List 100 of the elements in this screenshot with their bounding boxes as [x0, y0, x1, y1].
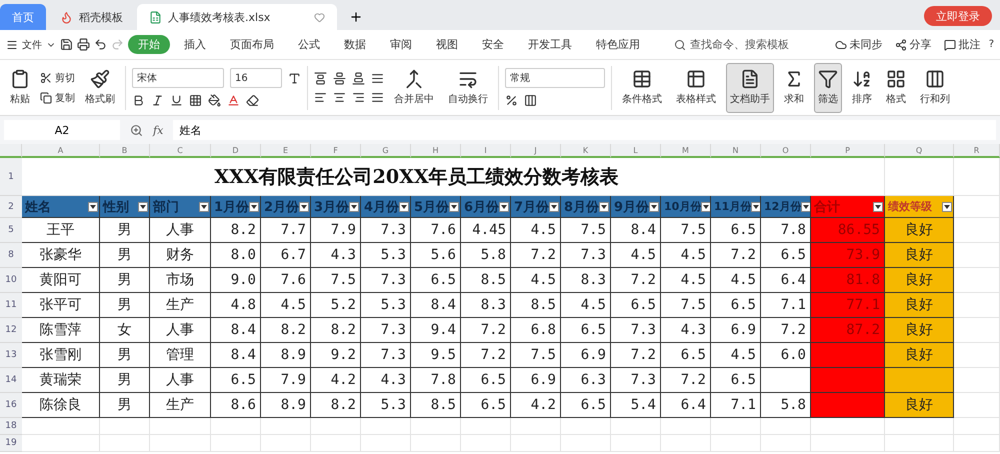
login-button[interactable]: 立即登录 [924, 6, 992, 26]
filter-dropdown-button[interactable] [299, 202, 310, 212]
toolbar-action[interactable]: 分享 [890, 37, 936, 52]
ribbon-tab[interactable]: 开发工具 [518, 35, 582, 54]
font-select[interactable]: 宋体 [132, 68, 224, 88]
row-header[interactable]: 16 [0, 393, 22, 418]
toolbar-action[interactable]: 未同步 [830, 37, 887, 52]
format-painter-button[interactable]: 格式刷 [81, 62, 119, 112]
column-header[interactable]: N [711, 144, 761, 158]
filter-dropdown-button[interactable] [349, 202, 360, 212]
ribbon-button[interactable]: 格式 [882, 62, 910, 112]
column-header[interactable]: Q [885, 144, 954, 158]
ribbon-tab[interactable]: 页面布局 [220, 35, 284, 54]
percent-icon[interactable] [505, 94, 518, 107]
undo-icon[interactable] [94, 38, 107, 51]
filter-dropdown-button[interactable] [549, 202, 560, 212]
align-left-icon[interactable] [314, 90, 327, 104]
filter-dropdown-button[interactable] [873, 202, 883, 212]
row-header[interactable]: 1 [0, 158, 22, 196]
row-header[interactable]: 18 [0, 418, 22, 435]
ribbon-button[interactable]: 求和 [780, 62, 808, 112]
column-header[interactable]: R [954, 144, 1000, 158]
formula-field[interactable]: 姓名 [173, 120, 996, 140]
ribbon-tab[interactable]: 视图 [426, 35, 468, 54]
ribbon-button[interactable]: 行和列 [916, 62, 954, 112]
column-header[interactable]: D [211, 144, 261, 158]
paste-button[interactable]: 粘贴 [6, 62, 34, 112]
zoom-icon[interactable] [130, 124, 143, 136]
row-header[interactable]: 11 [0, 293, 22, 318]
underline-icon[interactable] [170, 94, 183, 107]
print-icon[interactable] [77, 38, 90, 51]
align-top-icon[interactable] [314, 72, 327, 84]
row-header[interactable]: 8 [0, 243, 22, 268]
name-box[interactable]: A2 [4, 120, 120, 140]
ribbon-button[interactable]: 文档助手 [726, 62, 774, 112]
ribbon-tab[interactable]: 特色应用 [586, 35, 650, 54]
toolbar-action[interactable]: 批注 [940, 37, 985, 52]
filter-dropdown-button[interactable] [138, 202, 148, 212]
column-header[interactable]: B [100, 144, 150, 158]
column-header[interactable]: H [411, 144, 461, 158]
save-icon[interactable] [60, 38, 73, 51]
row-header[interactable]: 12 [0, 318, 22, 343]
filter-dropdown-button[interactable] [701, 202, 710, 212]
column-header[interactable]: O [761, 144, 811, 158]
help-button[interactable]: ? [988, 39, 994, 50]
ribbon-tab[interactable]: 安全 [472, 35, 514, 54]
column-header[interactable]: K [561, 144, 611, 158]
filter-dropdown-button[interactable] [751, 202, 760, 212]
bold-icon[interactable] [132, 94, 145, 107]
column-header[interactable]: J [511, 144, 561, 158]
document-tab[interactable]: 人事绩效考核表.xlsx [137, 4, 337, 30]
ribbon-button[interactable]: 表格样式 [672, 62, 720, 112]
row-header[interactable]: 5 [0, 218, 22, 243]
column-header[interactable]: E [261, 144, 311, 158]
number-format-select[interactable]: 常规 [505, 68, 605, 88]
border-icon[interactable] [189, 94, 202, 107]
new-tab-icon[interactable] [349, 10, 363, 24]
filter-dropdown-button[interactable] [399, 202, 410, 212]
row-header[interactable]: 19 [0, 435, 22, 452]
align-right-icon[interactable] [352, 90, 365, 104]
filter-dropdown-button[interactable] [199, 202, 209, 212]
ribbon-button[interactable]: 排序 [848, 62, 876, 112]
merge-button[interactable]: 合并居中 [390, 62, 438, 112]
filter-dropdown-button[interactable] [449, 202, 460, 212]
column-header[interactable]: A [22, 144, 100, 158]
column-header[interactable]: G [361, 144, 411, 158]
menu-icon[interactable] [6, 38, 18, 50]
search-field[interactable]: 查找命令、搜索模板 [664, 37, 799, 52]
align-middle-icon[interactable] [333, 72, 346, 84]
thousands-icon[interactable] [524, 94, 537, 107]
row-header[interactable]: 2 [0, 196, 22, 218]
eraser-icon[interactable] [246, 94, 259, 107]
row-header[interactable]: 13 [0, 343, 22, 368]
ribbon-button[interactable]: 筛选 [814, 62, 842, 112]
ribbon-tab[interactable]: 数据 [334, 35, 376, 54]
align-bottom-icon[interactable] [352, 72, 365, 84]
font-color-icon[interactable] [227, 94, 240, 107]
filter-dropdown-button[interactable] [649, 202, 660, 212]
fill-color-icon[interactable] [208, 94, 221, 107]
column-header[interactable]: C [150, 144, 211, 158]
distribute-icon[interactable] [371, 90, 384, 104]
file-menu[interactable]: 文件 [22, 38, 42, 52]
column-header[interactable]: M [661, 144, 711, 158]
row-header[interactable]: 14 [0, 368, 22, 393]
column-header[interactable]: I [461, 144, 511, 158]
filter-dropdown-button[interactable] [88, 202, 98, 212]
filter-dropdown-button[interactable] [942, 202, 952, 212]
cut-button[interactable]: 剪切 [40, 70, 75, 84]
filter-dropdown-button[interactable] [499, 202, 510, 212]
filter-dropdown-button[interactable] [249, 202, 260, 212]
ribbon-tab[interactable]: 公式 [288, 35, 330, 54]
justify-icon[interactable] [371, 72, 384, 84]
copy-button[interactable]: 复制 [40, 90, 75, 104]
font-size-select[interactable]: 16 [230, 68, 282, 88]
filter-dropdown-button[interactable] [801, 202, 810, 212]
align-center-icon[interactable] [333, 90, 346, 104]
italic-icon[interactable] [151, 94, 164, 107]
ribbon-tab[interactable]: 审阅 [380, 35, 422, 54]
column-header[interactable]: P [811, 144, 885, 158]
ribbon-tab[interactable]: 插入 [174, 35, 216, 54]
